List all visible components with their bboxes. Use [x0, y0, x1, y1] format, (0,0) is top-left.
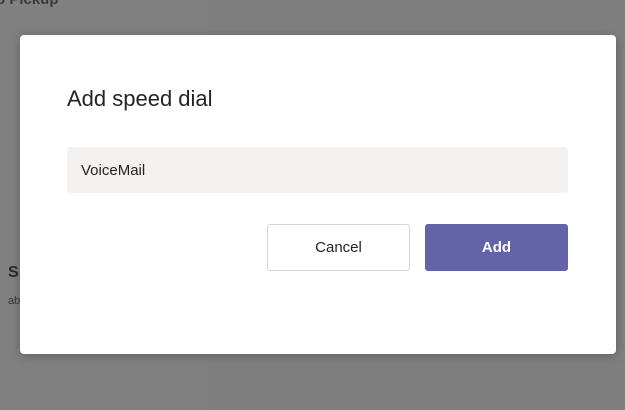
add-speed-dial-dialog: Add speed dial Cancel Add — [20, 35, 616, 354]
cancel-button[interactable]: Cancel — [267, 224, 410, 271]
speed-dial-name-input[interactable] — [67, 147, 568, 193]
background-section-heading: p Pickup — [0, 0, 59, 8]
add-button[interactable]: Add — [425, 224, 568, 271]
dialog-title: Add speed dial — [67, 86, 213, 111]
background-item-title: S — [8, 264, 19, 281]
background-item-subtitle: ab — [8, 295, 21, 307]
